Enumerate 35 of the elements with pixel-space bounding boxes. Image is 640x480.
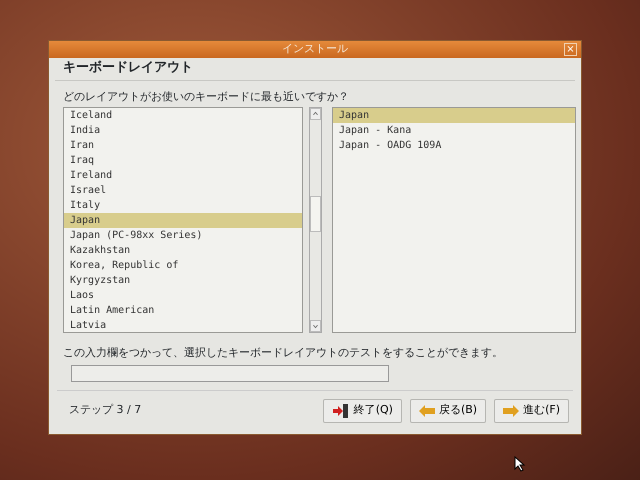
right-arrow-icon	[503, 404, 520, 416]
scroll-thumb[interactable]	[310, 196, 321, 232]
forward-button[interactable]: 進む(F)	[494, 398, 569, 422]
scroll-up-icon[interactable]	[310, 108, 321, 120]
left-arrow-icon	[418, 404, 435, 416]
list-item[interactable]: India	[64, 123, 302, 138]
list-item[interactable]: Ireland	[64, 168, 302, 183]
list-item[interactable]: Latin American	[64, 303, 302, 318]
quit-button[interactable]: 終了(Q)	[322, 398, 402, 422]
scrollbar[interactable]	[309, 107, 322, 333]
step-indicator: ステップ 3 / 7	[69, 402, 142, 418]
list-item[interactable]: Laos	[64, 288, 302, 303]
list-item[interactable]: Kyrgyzstan	[64, 273, 302, 288]
list-item[interactable]: Israel	[64, 183, 302, 198]
page-heading: キーボードレイアウト	[55, 58, 575, 80]
list-item[interactable]: Japan	[333, 108, 575, 123]
list-item[interactable]: Iran	[64, 138, 302, 153]
list-item[interactable]: Italy	[64, 198, 302, 213]
test-hint: この入力欄をつかって、選択したキーボードレイアウトのテストをすることができます。	[62, 345, 504, 361]
mouse-pointer-icon	[514, 456, 526, 472]
list-item[interactable]: Japan (PC-98xx Series)	[64, 228, 302, 243]
back-button[interactable]: 戻る(B)	[410, 398, 486, 422]
list-item[interactable]: Japan - OADG 109A	[333, 138, 575, 153]
exit-icon	[332, 404, 350, 418]
window-title: インストール	[282, 41, 348, 58]
list-item[interactable]: Korea, Republic of	[64, 258, 302, 273]
list-item[interactable]: Iceland	[64, 108, 302, 123]
test-input-field[interactable]	[71, 364, 389, 382]
list-item[interactable]: Japan - Kana	[333, 123, 575, 138]
scroll-down-icon[interactable]	[310, 320, 321, 332]
list-item[interactable]: Latvia	[64, 318, 302, 332]
list-item[interactable]: Japan	[64, 213, 302, 228]
list-item[interactable]: Kazakhstan	[64, 243, 302, 258]
question-text: どのレイアウトがお使いのキーボードに最も近いですか？	[62, 88, 350, 104]
list-item[interactable]: Iraq	[64, 153, 302, 168]
